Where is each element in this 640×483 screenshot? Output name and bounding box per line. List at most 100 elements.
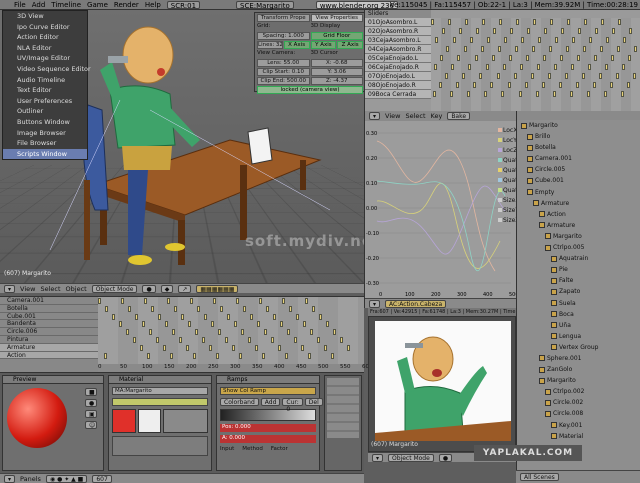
timeline-keyframe[interactable] <box>287 329 290 336</box>
timeline-keyframe[interactable] <box>218 329 221 336</box>
timeline-keyframe[interactable] <box>234 321 237 328</box>
outliner-item[interactable]: Brillo <box>517 131 640 142</box>
action-keyframe[interactable] <box>616 73 619 79</box>
rgb-sliders[interactable] <box>112 436 208 456</box>
material-options-row[interactable] <box>112 398 208 406</box>
action-keyframe[interactable] <box>521 37 524 43</box>
action-selector[interactable]: AC:Action.Cabeza <box>385 299 447 308</box>
grid-floor-toggle[interactable]: Grid Floor <box>310 32 363 40</box>
action-keyframe[interactable] <box>462 73 465 79</box>
action-keyframe[interactable] <box>572 37 575 43</box>
frame-field[interactable]: 607 <box>92 474 112 483</box>
timeline-keyframe[interactable] <box>324 344 327 351</box>
x-axis-toggle[interactable]: X Axis <box>283 41 310 49</box>
action-keyframe[interactable] <box>448 19 451 25</box>
timeline-keyframe[interactable] <box>105 305 108 312</box>
action-keyframe[interactable] <box>537 64 540 70</box>
timeline-keyframe[interactable] <box>243 305 246 312</box>
action-keyframe[interactable] <box>516 19 519 25</box>
action-keyframe[interactable] <box>525 82 528 88</box>
timeline-keyframe[interactable] <box>151 305 154 312</box>
action-keyframe[interactable] <box>570 91 573 97</box>
action-keyframe[interactable] <box>559 82 562 88</box>
action-keyframe[interactable] <box>434 64 437 70</box>
outliner-item[interactable]: Action <box>517 209 640 220</box>
timeline-keyframe[interactable] <box>172 329 175 336</box>
ipo-channel[interactable]: LocY <box>498 136 517 146</box>
timeline-keyframe[interactable] <box>340 337 343 343</box>
clip-end-field[interactable]: Clip End: 500.00 <box>257 77 310 85</box>
timeline-keyframe[interactable] <box>140 344 143 351</box>
editor-type-button[interactable]: ▾ <box>4 474 16 483</box>
timeline-keyframe[interactable] <box>204 313 207 320</box>
action-keyframe[interactable] <box>497 73 500 79</box>
action-keyframe[interactable] <box>560 55 563 61</box>
action-keyframe[interactable] <box>601 19 604 25</box>
menu-item-uv-image-editor[interactable]: UV/Image Editor <box>3 53 87 64</box>
action-channel[interactable]: 09Boca Cerrada <box>365 90 431 99</box>
action-keyframe[interactable] <box>464 46 467 52</box>
timeline-keyframe[interactable] <box>181 313 184 320</box>
action-keyframe[interactable] <box>583 46 586 52</box>
action-keyframe[interactable] <box>587 91 590 97</box>
menu-item-scripts-window[interactable]: Scripts Window <box>3 148 87 160</box>
clip-start-field[interactable]: Clip Start: 0.10 <box>257 68 310 76</box>
timeline-channel[interactable]: Circle.006 <box>0 328 98 336</box>
cursor-x-field[interactable]: X: -0.68 <box>310 59 363 67</box>
action-keyframe[interactable] <box>479 73 482 79</box>
action-keyframe[interactable] <box>582 73 585 79</box>
action-keyframe[interactable] <box>578 28 581 34</box>
action-keyframe[interactable] <box>453 37 456 43</box>
timeline-keyframe[interactable] <box>211 321 214 328</box>
timeline-keyframe[interactable] <box>163 344 166 351</box>
timeline-keyframe[interactable] <box>301 344 304 351</box>
action-keyframe[interactable] <box>550 19 553 25</box>
timeline-keyframe[interactable] <box>142 321 145 328</box>
ipo-channel[interactable]: SizeZ <box>498 216 519 226</box>
timeline-channel[interactable]: Armature <box>0 343 98 352</box>
context-icons[interactable]: ◉ ● ✦ ▲ ■ <box>45 474 88 483</box>
action-keyframe[interactable] <box>486 64 489 70</box>
ramp-pos-field[interactable]: Pos: 0.000 <box>220 424 316 432</box>
action-channel[interactable]: 05CejaEnojado.L <box>365 54 431 63</box>
timeline-keyframe[interactable] <box>156 337 159 343</box>
timeline-keyframe[interactable] <box>303 321 306 328</box>
menu-item-audio-timeline[interactable]: Audio Timeline <box>3 75 87 86</box>
action-channel[interactable]: 08OjoEnojado.R <box>365 81 431 90</box>
menu-file[interactable]: File <box>14 1 26 9</box>
timeline-keyframe[interactable] <box>239 352 242 359</box>
action-keyframe[interactable] <box>566 46 569 52</box>
ipo-channel[interactable]: SizeY <box>498 206 519 216</box>
outliner-item[interactable]: Armature <box>517 198 640 209</box>
timeline-keyframe[interactable] <box>197 305 200 312</box>
action-keyframe[interactable] <box>623 37 626 43</box>
outliner-item[interactable]: Cube.001 <box>517 175 640 186</box>
timeline-keyframe[interactable] <box>259 298 262 304</box>
outliner-item[interactable]: Circle.002 <box>517 397 640 408</box>
action-keyframe[interactable] <box>561 28 564 34</box>
action-keyframe[interactable] <box>468 64 471 70</box>
action-keyframe[interactable] <box>611 55 614 61</box>
colorband-add-button[interactable]: Add <box>260 398 281 406</box>
action-keyframe[interactable] <box>605 64 608 70</box>
action-channel[interactable]: 01OjoAsombro.L <box>365 18 431 27</box>
action-keyframe[interactable] <box>503 64 506 70</box>
action-channel[interactable]: 04CejaAsombro.R <box>365 45 431 54</box>
preview-monkey-icon[interactable]: ☺ <box>85 421 97 429</box>
menu-item-3d-view[interactable]: 3D View <box>3 11 87 22</box>
timeline-keyframe[interactable] <box>285 352 288 359</box>
action-keyframe[interactable] <box>628 55 631 61</box>
action-keyframe[interactable] <box>450 91 453 97</box>
action-keyframe[interactable] <box>584 19 587 25</box>
timeline-keyframe[interactable] <box>98 298 101 304</box>
lens-field[interactable]: Lens: 55.00 <box>257 59 310 67</box>
grid-lines-field[interactable]: Lines: 32 <box>257 41 283 49</box>
menu-item-file-browser[interactable]: File Browser <box>3 138 87 149</box>
colorband-del-button[interactable]: Del <box>304 398 323 406</box>
outliner-item[interactable]: Uña <box>517 320 640 331</box>
timeline-keyframe[interactable] <box>165 321 168 328</box>
action-keyframe[interactable] <box>634 46 637 52</box>
texture-channels[interactable] <box>324 375 362 471</box>
preview-sphere-icon[interactable]: ● <box>85 399 97 407</box>
specular-color-swatch[interactable] <box>137 409 161 433</box>
